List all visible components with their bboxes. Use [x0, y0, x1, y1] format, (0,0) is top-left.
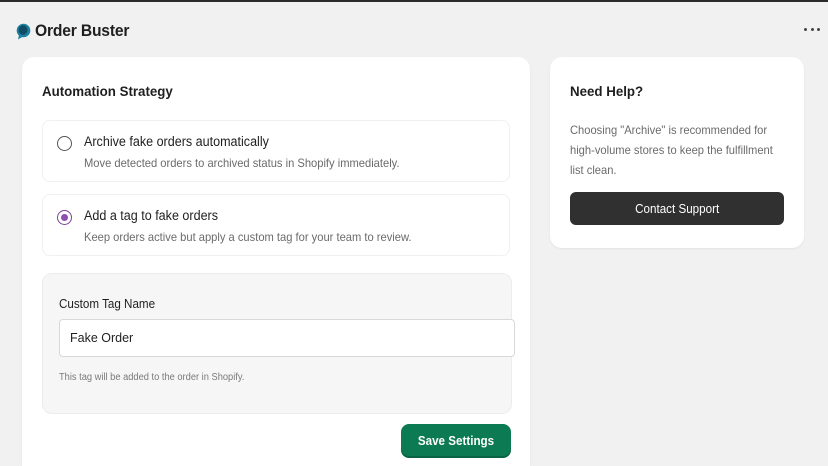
custom-tag-label: Custom Tag Name — [59, 297, 156, 311]
help-text-line: list clean. — [570, 163, 617, 177]
chat-bubble-icon — [16, 23, 31, 39]
option-tag-description: Keep orders active but apply a custom ta… — [84, 230, 412, 244]
save-settings-button[interactable]: Save Settings — [401, 424, 511, 458]
custom-tag-input[interactable] — [59, 319, 515, 357]
dot — [817, 27, 820, 31]
option-tag-title: Add a tag to fake orders — [84, 208, 219, 223]
top-bar: Order Buster — [0, 2, 828, 54]
archive-radio[interactable] — [57, 136, 72, 151]
custom-tag-help: This tag will be added to the order in S… — [59, 372, 245, 383]
option-archive-description: Move detected orders to archived status … — [84, 156, 400, 170]
app-name: Order Buster — [35, 21, 130, 40]
tag-radio[interactable] — [57, 210, 72, 225]
dot — [810, 27, 814, 31]
option-archive[interactable]: Archive fake orders automatically Move d… — [42, 120, 510, 182]
app-brand: Order Buster — [16, 20, 137, 42]
option-tag[interactable]: Add a tag to fake orders Keep orders act… — [42, 194, 510, 256]
more-actions-icon[interactable] — [804, 22, 820, 36]
help-text-line: Choosing "Archive" is recommended for — [570, 123, 768, 137]
save-settings-label: Save Settings — [417, 434, 495, 448]
contact-support-button[interactable]: Contact Support — [570, 192, 784, 225]
help-text-line: high-volume stores to keep the fulfillme… — [570, 143, 773, 157]
dot — [804, 27, 807, 31]
need-help-card: Need Help? Choosing "Archive" is recomme… — [550, 57, 804, 248]
automation-strategy-card: Automation Strategy Archive fake orders … — [22, 57, 530, 466]
need-help-title: Need Help? — [570, 83, 644, 99]
custom-tag-panel: Custom Tag Name This tag will be added t… — [42, 273, 515, 414]
option-archive-title: Archive fake orders automatically — [84, 134, 269, 149]
automation-strategy-title: Automation Strategy — [42, 83, 173, 99]
contact-support-label: Contact Support — [634, 201, 720, 216]
help-text: Choosing "Archive" is recommended for hi… — [570, 120, 790, 180]
